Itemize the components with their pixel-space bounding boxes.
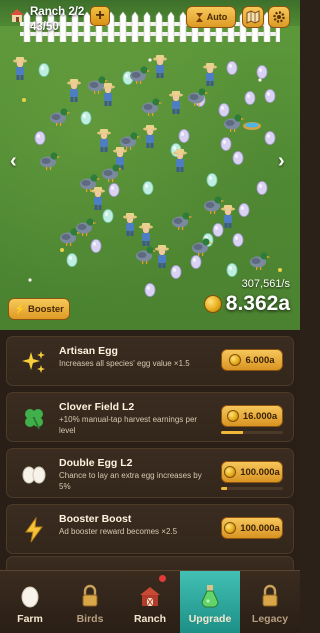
buy-upgrade-button[interactable]: 100.000a (221, 461, 283, 483)
coin-icon (203, 295, 222, 313)
ranch-label: Ranch 2/2 (30, 6, 85, 18)
lightning-icon: ⚡ (14, 303, 26, 315)
tab-label: Legacy (251, 613, 289, 625)
coin-icon (226, 410, 239, 422)
ranch-status: Ranch 2/2 43/50 (30, 5, 84, 35)
buy-upgrade-button[interactable]: 100.000a (221, 517, 283, 539)
upgrade-title: Clover Field L2 (59, 401, 135, 413)
upgrade-title: Booster Boost (59, 513, 132, 525)
upgrade-description: +10% manual-tap harvest earnings per lev… (59, 415, 198, 435)
upgrade-description: Increases all species' egg value ×1.5 (59, 359, 190, 368)
house-icon (10, 9, 24, 22)
upgrade-price: 100.000a (240, 522, 280, 534)
add-ranch-button[interactable]: + (90, 6, 110, 26)
water-bowl (243, 122, 261, 130)
upgrade-price: 6.000a (245, 354, 275, 366)
tab-birds[interactable]: Birds (60, 571, 120, 633)
upgrade-title: Artisan Egg (59, 345, 118, 357)
tab-label: Upgrade (188, 613, 232, 625)
upgrade-card-clover-field: Clover Field L2 +10% manual-tap harvest … (6, 392, 294, 442)
plus-icon: + (95, 7, 105, 24)
upgrades-panel: Artisan Egg Increases all species' egg v… (0, 330, 300, 570)
upgrade-price: 16.000a (242, 410, 278, 422)
upgrade-progress-fill (221, 487, 228, 490)
lock-icon (82, 584, 98, 607)
upgrade-progress-fill (221, 431, 243, 434)
tab-legacy[interactable]: Legacy (240, 571, 300, 633)
coin-icon (229, 354, 242, 366)
lock-icon (262, 584, 278, 607)
tab-label: Farm (17, 613, 43, 625)
buy-upgrade-button[interactable]: 6.000a (221, 349, 283, 371)
hourglass-icon (195, 12, 203, 22)
booster-label: Booster (27, 303, 64, 315)
upgrade-card-double-egg: Double Egg L2 Chance to lay an extra egg… (6, 448, 294, 498)
tab-ranch[interactable]: Ranch (120, 571, 180, 633)
ranch-field[interactable]: Ranch 2/2 43/50 + Auto ‹ › 307,561/s 8.3… (0, 0, 300, 330)
notification-dot (159, 575, 166, 582)
auto-button[interactable]: Auto (186, 6, 236, 28)
lightning-icon (19, 515, 49, 545)
buy-upgrade-button[interactable]: 16.000a (221, 405, 283, 427)
map-button[interactable] (242, 6, 264, 28)
clover-icon (19, 403, 49, 433)
upgrade-title: Double Egg L2 (59, 457, 133, 469)
barn-icon (140, 587, 160, 607)
upgrade-card-partial (6, 556, 294, 570)
upgrade-progress-bar (221, 431, 283, 434)
auto-label: Auto (206, 12, 228, 22)
gear-icon (273, 11, 285, 23)
egg-icon (21, 586, 39, 608)
coin-icon (224, 522, 237, 534)
upgrade-card-booster-boost: Booster Boost Ad booster reward becomes … (6, 504, 294, 554)
booster-button[interactable]: ⚡ Booster (8, 298, 70, 320)
tab-label: Ranch (133, 613, 167, 625)
upgrade-description: Chance to lay an extra egg increases by … (59, 471, 202, 491)
tab-upgrade[interactable]: Upgrade (180, 571, 240, 633)
settings-button[interactable] (268, 6, 290, 28)
coin-icon (224, 466, 237, 478)
upgrade-progress-bar (221, 487, 283, 490)
capacity-label: 43/50 (30, 21, 59, 33)
upgrade-card-artisan-egg: Artisan Egg Increases all species' egg v… (6, 336, 294, 386)
map-icon (246, 10, 260, 24)
upgrade-price: 100.000a (240, 466, 280, 478)
potion-icon (201, 585, 219, 608)
critter-layer[interactable] (0, 40, 300, 310)
total-coins-value: 8.362a (225, 292, 290, 315)
earning-rate: 307,561/s (241, 278, 290, 290)
bottom-nav: Farm Birds Ranch Upgrade Legacy (0, 570, 300, 633)
sparkles-icon (19, 347, 49, 377)
tab-farm[interactable]: Farm (0, 571, 60, 633)
eggs-icon (19, 459, 49, 489)
upgrade-description: Ad booster reward becomes ×2.5 (59, 527, 178, 536)
tab-label: Birds (76, 613, 104, 625)
total-coins: 8.362a (203, 292, 290, 316)
